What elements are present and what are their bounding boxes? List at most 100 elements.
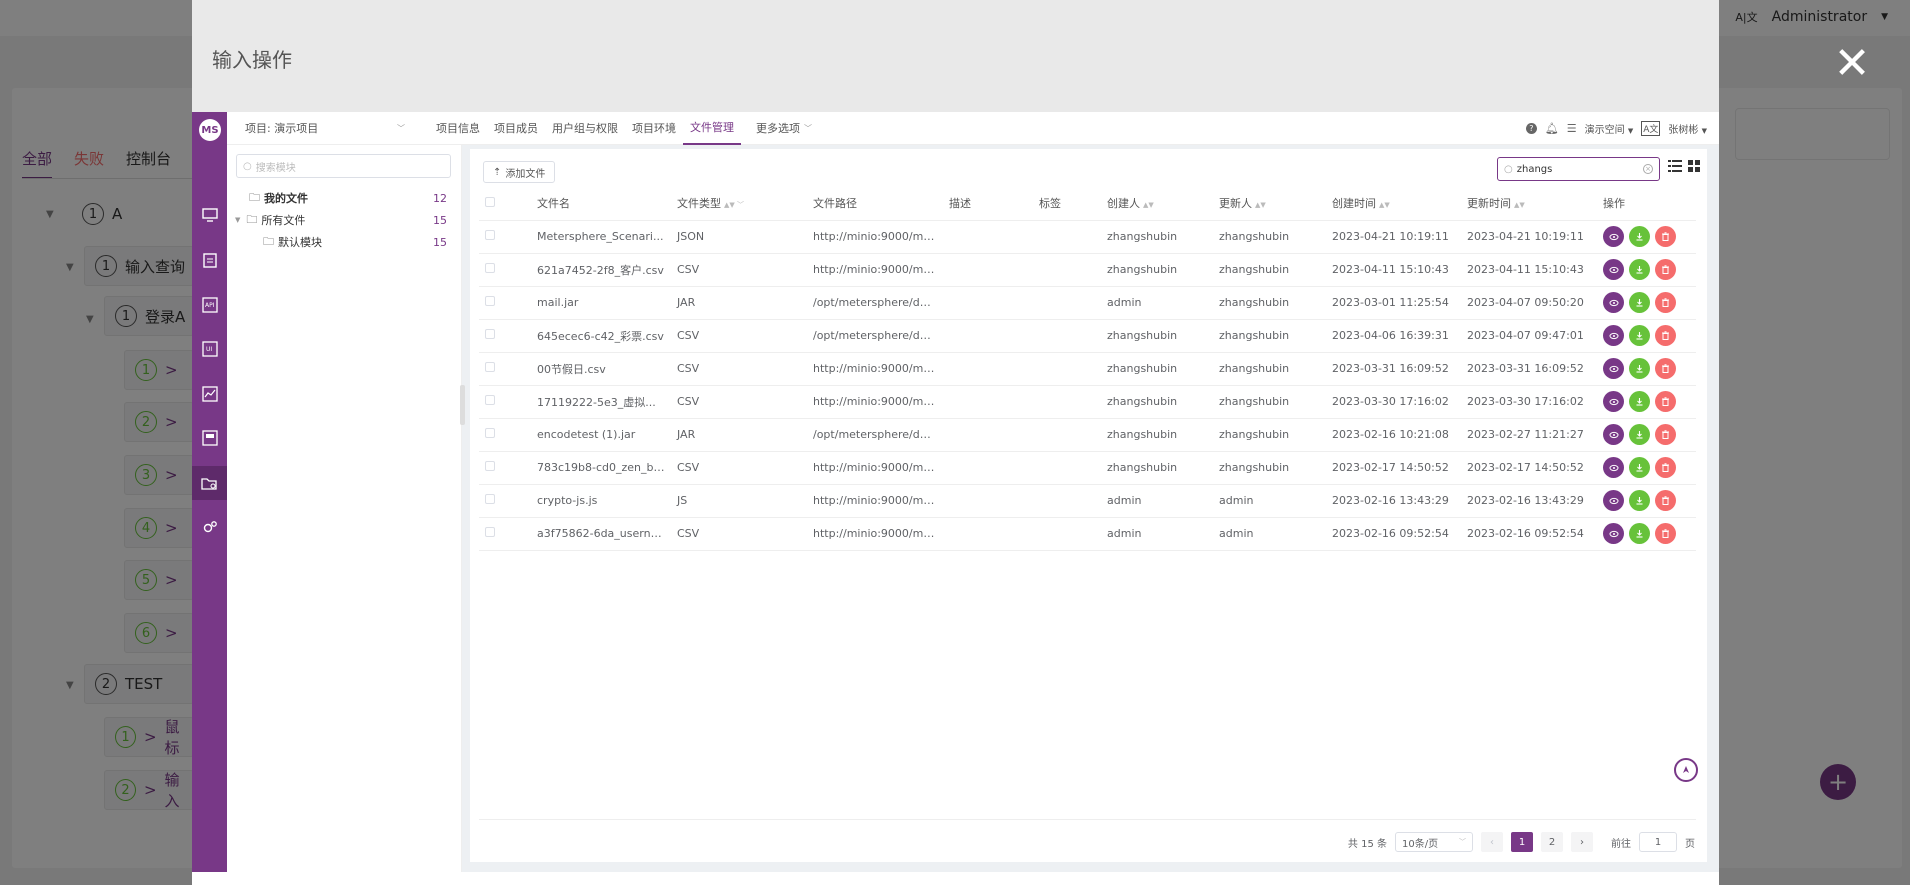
compass-icon[interactable]: [1674, 758, 1698, 782]
sidebar-item-project[interactable]: [192, 466, 227, 500]
delete-button[interactable]: [1655, 391, 1676, 412]
language-icon[interactable]: A文: [1641, 121, 1661, 136]
row-checkbox[interactable]: [485, 362, 495, 372]
select-all-checkbox[interactable]: [485, 196, 495, 207]
next-page-button[interactable]: ›: [1571, 832, 1593, 852]
tab-user-groups[interactable]: 用户组与权限: [545, 112, 625, 145]
delete-button[interactable]: [1655, 358, 1676, 379]
row-checkbox[interactable]: [485, 263, 495, 273]
download-button[interactable]: [1629, 391, 1650, 412]
delete-button[interactable]: [1655, 523, 1676, 544]
goto-page-input[interactable]: 1: [1639, 832, 1677, 852]
view-button[interactable]: [1603, 523, 1624, 544]
clear-search-icon[interactable]: ×: [1643, 164, 1653, 174]
view-button[interactable]: [1603, 490, 1624, 511]
view-button[interactable]: [1603, 391, 1624, 412]
view-button[interactable]: [1603, 424, 1624, 445]
table-row[interactable]: crypto-js.js JS http://minio:9000/met... ad…: [479, 484, 1696, 518]
delete-button[interactable]: [1655, 490, 1676, 511]
delete-button[interactable]: [1655, 424, 1676, 445]
table-row[interactable]: 645ecec6-c42_彩票.csv CSV/opt/metersphere/d…: [479, 319, 1696, 353]
user-menu[interactable]: 张树彬 ▼: [1668, 121, 1707, 136]
download-button[interactable]: [1629, 424, 1650, 445]
row-checkbox[interactable]: [485, 230, 495, 240]
download-button[interactable]: [1629, 259, 1650, 280]
sidebar-item-track[interactable]: [192, 243, 227, 277]
header-updated-time[interactable]: 更新时间 ▲▼: [1461, 187, 1597, 221]
help-icon[interactable]: ?: [1525, 123, 1537, 134]
table-row[interactable]: 17119222-5e3_虚拟... CSV http://minio:9000/m…: [479, 385, 1696, 419]
sort-icon[interactable]: ▲▼ ﹀: [724, 201, 744, 209]
row-checkbox[interactable]: [485, 296, 495, 306]
tree-node-my-files[interactable]: 🗀 我的文件 12: [227, 187, 447, 209]
table-row[interactable]: 621a7452-2f8_客户.csv CSV http://minio:9000/…: [479, 253, 1696, 287]
task-list-icon[interactable]: ☰: [1567, 122, 1577, 135]
view-button[interactable]: [1603, 358, 1624, 379]
sidebar-item-api[interactable]: API: [192, 288, 227, 322]
sidebar-item-settings[interactable]: [192, 510, 227, 544]
delete-button[interactable]: [1655, 325, 1676, 346]
table-row[interactable]: encodetest (1).jar JAR/opt/metersphere/da…: [479, 418, 1696, 452]
download-button[interactable]: [1629, 523, 1650, 544]
view-button[interactable]: [1603, 457, 1624, 478]
view-button[interactable]: [1603, 292, 1624, 313]
row-checkbox[interactable]: [485, 428, 495, 438]
prev-page-button[interactable]: ‹: [1481, 832, 1503, 852]
row-select-cell[interactable]: [479, 451, 531, 485]
download-button[interactable]: [1629, 325, 1650, 346]
sort-icon[interactable]: ▲▼: [1255, 201, 1266, 209]
project-selector[interactable]: 项目: 演示项目 ﹀: [245, 120, 405, 136]
tab-project-members[interactable]: 项目成员: [487, 112, 545, 145]
page-button-2[interactable]: 2: [1541, 832, 1563, 852]
view-button[interactable]: [1603, 226, 1624, 247]
download-button[interactable]: [1629, 457, 1650, 478]
row-checkbox[interactable]: [485, 494, 495, 504]
sort-icon[interactable]: ▲▼: [1143, 201, 1154, 209]
row-checkbox[interactable]: [485, 329, 495, 339]
row-select-cell[interactable]: [479, 220, 531, 254]
sort-icon[interactable]: ▲▼: [1379, 201, 1390, 209]
page-button-1[interactable]: 1: [1511, 832, 1533, 852]
tab-more-options[interactable]: 更多选项 ﹀: [749, 112, 819, 145]
file-search-input[interactable]: ○ zhangs ×: [1497, 157, 1660, 181]
sidebar-item-workstation[interactable]: [192, 198, 227, 232]
module-search-input[interactable]: ○ 搜索模块: [236, 154, 451, 178]
view-button[interactable]: [1603, 259, 1624, 280]
row-checkbox[interactable]: [485, 461, 495, 471]
table-row[interactable]: mail.jar JAR/opt/metersphere/dat... admin z…: [479, 286, 1696, 320]
download-button[interactable]: [1629, 292, 1650, 313]
row-select-cell[interactable]: [479, 352, 531, 386]
row-select-cell[interactable]: [479, 484, 531, 518]
header-updater[interactable]: 更新人 ▲▼: [1213, 187, 1326, 221]
header-file-type[interactable]: 文件类型 ▲▼ ﹀: [671, 187, 807, 221]
tree-node-all-files[interactable]: ▼ 🗀 所有文件 15: [227, 209, 447, 231]
sort-icon[interactable]: ▲▼: [1514, 201, 1525, 209]
table-row[interactable]: 00节假日.csv CSV http://minio:9000/met... zhan…: [479, 352, 1696, 386]
download-button[interactable]: [1629, 358, 1650, 379]
row-select-cell[interactable]: [479, 385, 531, 419]
row-select-cell[interactable]: [479, 286, 531, 320]
header-select-all[interactable]: [479, 187, 531, 221]
sidebar-item-ui[interactable]: UI: [192, 332, 227, 366]
tab-project-info[interactable]: 项目信息: [429, 112, 487, 145]
row-select-cell[interactable]: [479, 319, 531, 353]
sidebar-item-performance[interactable]: [192, 377, 227, 411]
app-logo[interactable]: MS: [199, 119, 221, 141]
header-creator[interactable]: 创建人 ▲▼: [1101, 187, 1213, 221]
download-button[interactable]: [1629, 226, 1650, 247]
delete-button[interactable]: [1655, 259, 1676, 280]
tab-project-env[interactable]: 项目环境: [625, 112, 683, 145]
download-button[interactable]: [1629, 490, 1650, 511]
close-drawer-button[interactable]: ✕: [1832, 42, 1872, 86]
add-file-button[interactable]: ⇡ 添加文件: [483, 161, 556, 183]
row-checkbox[interactable]: [485, 527, 495, 537]
list-view-icon[interactable]: [1668, 160, 1682, 172]
row-select-cell[interactable]: [479, 517, 531, 551]
delete-button[interactable]: [1655, 457, 1676, 478]
tree-node-default-module[interactable]: 🗀 默认模块 15: [227, 231, 447, 253]
delete-button[interactable]: [1655, 226, 1676, 247]
page-size-select[interactable]: 10条/页 ﹀: [1395, 832, 1473, 852]
bell-icon[interactable]: 🔔︎: [1545, 122, 1559, 135]
table-row[interactable]: 783c19b8-cd0_zen_bf... CSV http://minio:90…: [479, 451, 1696, 485]
header-created-time[interactable]: 创建时间 ▲▼: [1326, 187, 1461, 221]
